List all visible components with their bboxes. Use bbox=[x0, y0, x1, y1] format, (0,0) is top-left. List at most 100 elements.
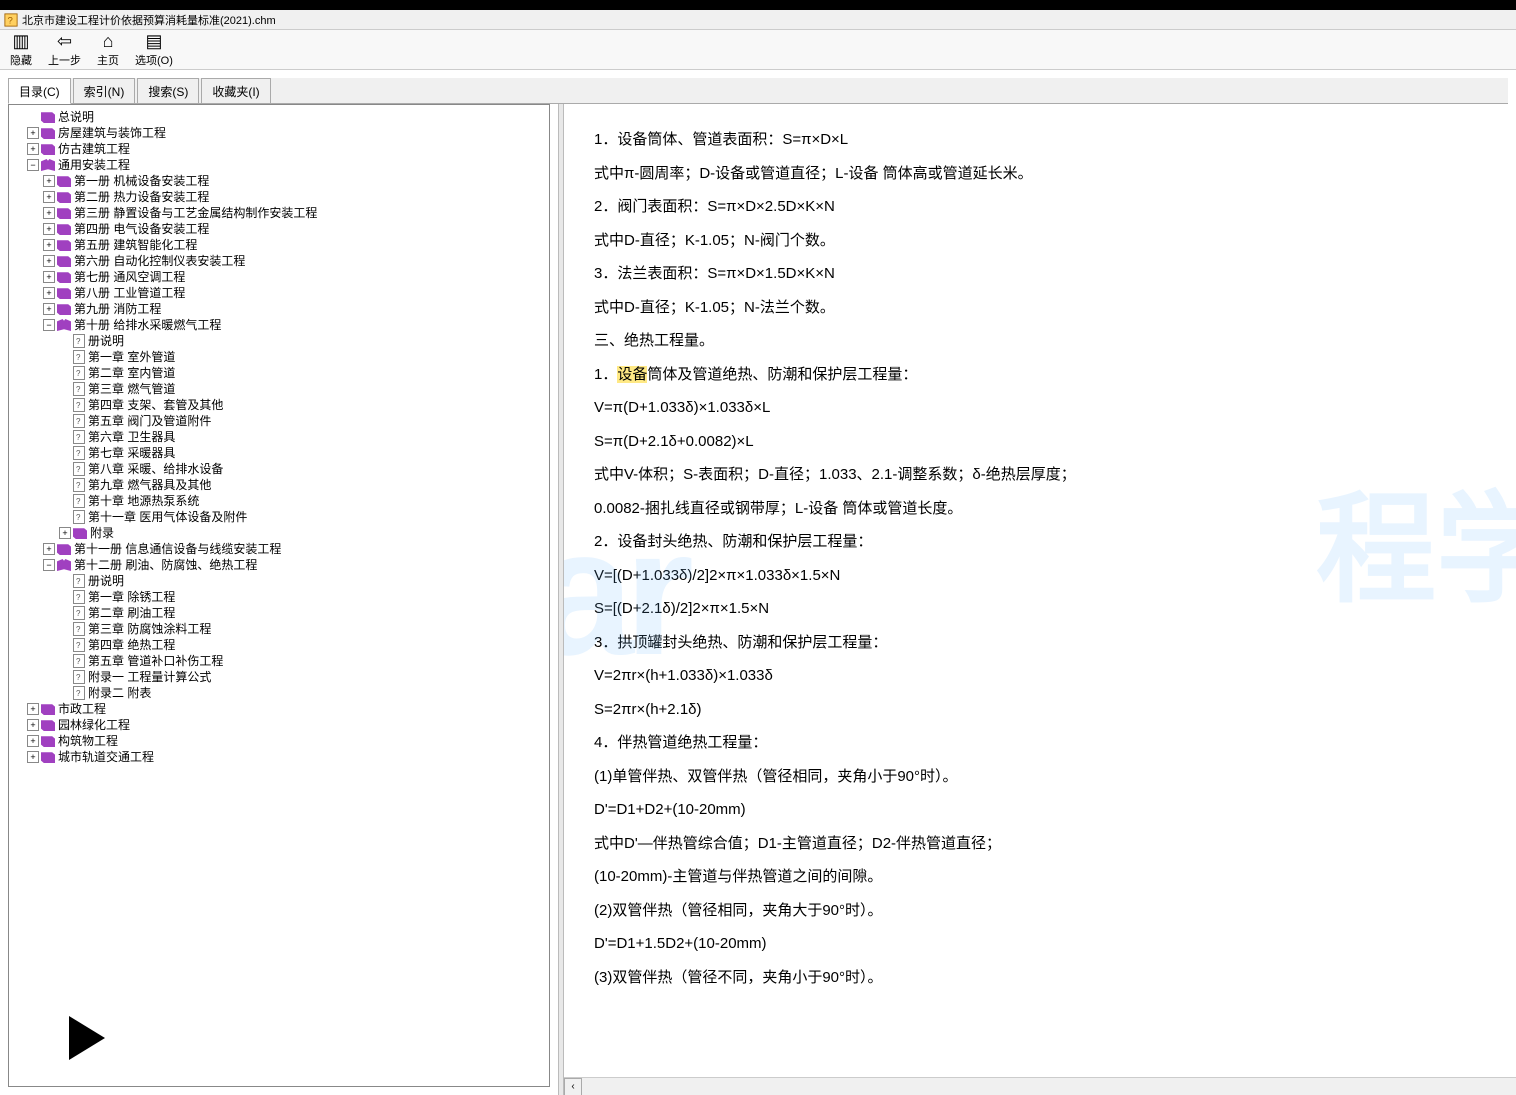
book-icon bbox=[41, 719, 55, 731]
tree-item[interactable]: 第六章 卫生器具 bbox=[88, 429, 175, 445]
book-icon bbox=[57, 255, 71, 267]
tree-item[interactable]: 第十一章 医用气体设备及附件 bbox=[88, 509, 247, 525]
hide-icon: ▥ bbox=[12, 32, 29, 52]
tree-item[interactable]: 第五章 管道补口补伤工程 bbox=[88, 653, 223, 669]
tree-item[interactable]: 第四章 支架、套管及其他 bbox=[88, 397, 223, 413]
book-open-icon bbox=[57, 319, 71, 331]
expander-icon[interactable]: + bbox=[43, 287, 55, 299]
tab-search[interactable]: 搜索(S) bbox=[137, 78, 199, 103]
tree-item[interactable]: 第一册 机械设备安装工程 bbox=[74, 173, 209, 189]
content-text: 式中D'—伴热管综合值；D1-主管道直径；D2-伴热管道直径； bbox=[594, 828, 1486, 860]
tree-item[interactable]: 第十章 地源热泵系统 bbox=[88, 493, 199, 509]
expander-icon[interactable]: + bbox=[43, 543, 55, 555]
options-button[interactable]: ▤ 选项(O) bbox=[135, 32, 173, 68]
tree-item[interactable]: 册说明 bbox=[88, 573, 124, 589]
tree-item[interactable]: 第一章 除锈工程 bbox=[88, 589, 175, 605]
tree-item[interactable]: 通用安装工程 bbox=[58, 157, 130, 173]
page-icon bbox=[73, 686, 85, 700]
expander-icon[interactable]: − bbox=[27, 159, 39, 171]
expander-icon[interactable]: + bbox=[27, 143, 39, 155]
page-icon bbox=[73, 350, 85, 364]
tree-item[interactable]: 第八册 工业管道工程 bbox=[74, 285, 185, 301]
expander-icon[interactable]: + bbox=[43, 191, 55, 203]
tree-item[interactable]: 第十一册 信息通信设备与线缆安装工程 bbox=[74, 541, 281, 557]
horizontal-scrollbar[interactable]: ‹ bbox=[564, 1077, 1516, 1095]
play-button[interactable] bbox=[69, 1016, 119, 1066]
tree-item[interactable]: 第二章 刷油工程 bbox=[88, 605, 175, 621]
content-text: 0.0082-捆扎线直径或钢带厚；L-设备 筒体或管道长度。 bbox=[594, 493, 1486, 525]
expander-icon[interactable]: + bbox=[43, 303, 55, 315]
tree-item[interactable]: 市政工程 bbox=[58, 701, 106, 717]
nav-tabs: 目录(C) 索引(N) 搜索(S) 收藏夹(I) bbox=[8, 78, 1508, 104]
tree-item[interactable]: 第八章 采暖、给排水设备 bbox=[88, 461, 223, 477]
tree-item[interactable]: 第十册 给排水采暖燃气工程 bbox=[74, 317, 221, 333]
tree-item[interactable]: 第二册 热力设备安装工程 bbox=[74, 189, 209, 205]
tree-item[interactable]: 园林绿化工程 bbox=[58, 717, 130, 733]
tree-item[interactable]: 附录 bbox=[90, 525, 114, 541]
expander-icon[interactable]: + bbox=[27, 703, 39, 715]
expander-icon[interactable]: + bbox=[27, 719, 39, 731]
tree-item[interactable]: 第九册 消防工程 bbox=[74, 301, 161, 317]
tree-item[interactable]: 城市轨道交通工程 bbox=[58, 749, 154, 765]
tree-item[interactable]: 第三章 防腐蚀涂料工程 bbox=[88, 621, 211, 637]
expander-icon[interactable]: + bbox=[27, 735, 39, 747]
page-icon bbox=[73, 334, 85, 348]
play-icon bbox=[69, 1016, 105, 1060]
page-icon bbox=[73, 478, 85, 492]
book-icon bbox=[57, 271, 71, 283]
tree-item[interactable]: 第六册 自动化控制仪表安装工程 bbox=[74, 253, 245, 269]
page-icon bbox=[73, 398, 85, 412]
page-icon bbox=[73, 430, 85, 444]
expander-icon[interactable]: − bbox=[43, 319, 55, 331]
book-icon bbox=[57, 175, 71, 187]
tree-item[interactable]: 册说明 bbox=[88, 333, 124, 349]
tree-item[interactable]: 房屋建筑与装饰工程 bbox=[58, 125, 166, 141]
expander-icon[interactable]: + bbox=[43, 255, 55, 267]
window-title: 北京市建设工程计价依据预算消耗量标准(2021).chm bbox=[22, 12, 276, 28]
tree-item[interactable]: 第五册 建筑智能化工程 bbox=[74, 237, 197, 253]
book-icon bbox=[57, 543, 71, 555]
tab-fav[interactable]: 收藏夹(I) bbox=[201, 78, 270, 103]
tab-toc[interactable]: 目录(C) bbox=[8, 78, 71, 104]
tab-index[interactable]: 索引(N) bbox=[73, 78, 136, 103]
content-text: 式中V-体积；S-表面积；D-直径；1.033、2.1-调整系数；δ-绝热层厚度… bbox=[594, 459, 1486, 491]
tree-item[interactable]: 附录一 工程量计算公式 bbox=[88, 669, 211, 685]
content-text: 3．拱顶罐封头绝热、防潮和保护层工程量： bbox=[594, 627, 1486, 659]
book-icon bbox=[57, 223, 71, 235]
expander-icon[interactable]: + bbox=[27, 751, 39, 763]
tree-item[interactable]: 第一章 室外管道 bbox=[88, 349, 175, 365]
back-button[interactable]: ⇦ 上一步 bbox=[48, 32, 81, 68]
expander-icon[interactable]: + bbox=[43, 207, 55, 219]
page-icon bbox=[73, 414, 85, 428]
expander-icon[interactable]: + bbox=[43, 175, 55, 187]
expander-icon[interactable]: + bbox=[43, 223, 55, 235]
tree-item[interactable]: 第五章 阀门及管道附件 bbox=[88, 413, 211, 429]
tree-item[interactable]: 第四册 电气设备安装工程 bbox=[74, 221, 209, 237]
book-open-icon bbox=[57, 559, 71, 571]
tree-item[interactable]: 第三册 静置设备与工艺金属结构制作安装工程 bbox=[74, 205, 317, 221]
tree-item[interactable]: 仿古建筑工程 bbox=[58, 141, 130, 157]
hide-button[interactable]: ▥ 隐藏 bbox=[10, 32, 32, 68]
page-icon bbox=[73, 494, 85, 508]
content-text: 4．伴热管道绝热工程量： bbox=[594, 727, 1486, 759]
expander-icon[interactable]: + bbox=[43, 271, 55, 283]
tree-item[interactable]: 构筑物工程 bbox=[58, 733, 118, 749]
toc-tree[interactable]: 总说明 + 房屋建筑与装饰工程 + 仿古建筑工程 − 通用安装工程 + 第一册 机械设备… bbox=[8, 104, 550, 1087]
tree-item[interactable]: 第二章 室内管道 bbox=[88, 365, 175, 381]
tree-item[interactable]: 第三章 燃气管道 bbox=[88, 381, 175, 397]
page-icon bbox=[73, 366, 85, 380]
expander-icon[interactable]: − bbox=[43, 559, 55, 571]
tree-item[interactable]: 总说明 bbox=[58, 109, 94, 125]
tree-item[interactable]: 第四章 绝热工程 bbox=[88, 637, 175, 653]
home-button[interactable]: ⌂ 主页 bbox=[97, 32, 119, 68]
tree-item[interactable]: 附录二 附表 bbox=[88, 685, 151, 701]
tree-item[interactable]: 第七册 通风空调工程 bbox=[74, 269, 185, 285]
expander-icon[interactable]: + bbox=[43, 239, 55, 251]
tree-item[interactable]: 第十二册 刷油、防腐蚀、绝热工程 bbox=[74, 557, 257, 573]
expander-icon[interactable]: + bbox=[27, 127, 39, 139]
tree-item[interactable]: 第九章 燃气器具及其他 bbox=[88, 477, 211, 493]
scroll-left-icon[interactable]: ‹ bbox=[564, 1078, 582, 1095]
content-text: 2．设备封头绝热、防潮和保护层工程量： bbox=[594, 526, 1486, 558]
expander-icon[interactable]: + bbox=[59, 527, 71, 539]
tree-item[interactable]: 第七章 采暖器具 bbox=[88, 445, 175, 461]
